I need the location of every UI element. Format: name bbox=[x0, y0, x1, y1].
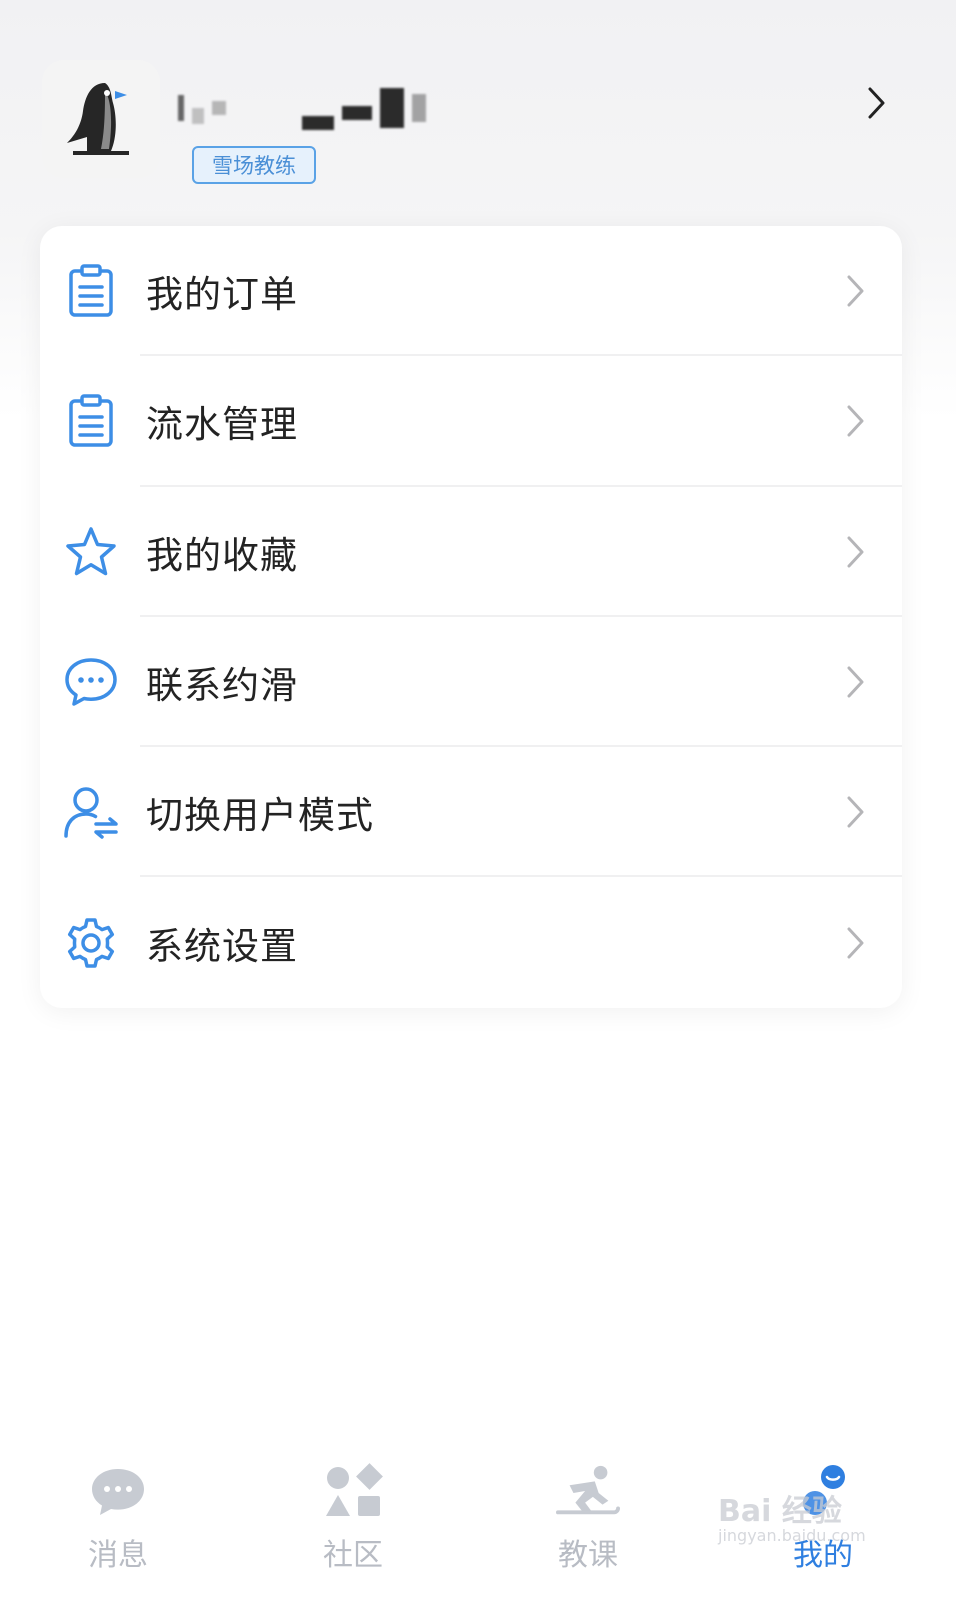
chevron-right-icon bbox=[842, 792, 870, 832]
role-badge: 雪场教练 bbox=[192, 146, 316, 184]
penguin-logo-icon bbox=[67, 83, 129, 155]
tab-community[interactable]: 社区 bbox=[293, 1460, 413, 1590]
menu-item-label: 我的订单 bbox=[146, 273, 298, 317]
chevron-right-icon bbox=[842, 662, 870, 702]
menu-item-favorites[interactable]: 我的收藏 bbox=[40, 487, 902, 617]
clipboard-icon bbox=[62, 392, 120, 450]
chat-bubble-icon bbox=[62, 653, 120, 711]
tab-label: 教课 bbox=[558, 1538, 618, 1573]
star-icon bbox=[62, 523, 120, 581]
profile-header[interactable]: 雪场教练 bbox=[0, 0, 956, 220]
chevron-right-icon bbox=[842, 532, 870, 572]
menu-item-label: 流水管理 bbox=[146, 403, 298, 447]
clipboard-icon bbox=[62, 262, 120, 320]
menu-item-settings[interactable]: 系统设置 bbox=[40, 877, 902, 1007]
menu-card: 我的订单 流水管理 我的收藏 联系约滑 切换用户模式 系统设置 bbox=[40, 226, 902, 1008]
watermark-url: jingyan.baidu.com bbox=[718, 1526, 866, 1545]
menu-item-switch-mode[interactable]: 切换用户模式 bbox=[40, 747, 902, 878]
menu-item-transactions[interactable]: 流水管理 bbox=[40, 356, 902, 487]
menu-item-orders[interactable]: 我的订单 bbox=[40, 226, 902, 357]
menu-item-contact-ski[interactable]: 联系约滑 bbox=[40, 617, 902, 748]
community-icon bbox=[321, 1460, 385, 1524]
menu-item-label: 我的收藏 bbox=[146, 533, 298, 577]
chevron-right-icon bbox=[842, 401, 870, 441]
tab-label: 消息 bbox=[88, 1538, 148, 1573]
avatar[interactable] bbox=[42, 60, 160, 178]
chevron-right-icon bbox=[842, 271, 870, 311]
menu-item-label: 切换用户模式 bbox=[146, 794, 374, 838]
baidu-jingyan-watermark: Bai 经验 jingyan.baidu.com bbox=[718, 1486, 898, 1556]
chevron-right-icon[interactable] bbox=[862, 86, 892, 120]
menu-item-label: 系统设置 bbox=[146, 924, 298, 968]
watermark-brand: Bai 经验 bbox=[718, 1494, 842, 1529]
tab-label: 社区 bbox=[323, 1538, 383, 1573]
ski-lesson-icon bbox=[556, 1460, 620, 1524]
message-icon bbox=[86, 1460, 150, 1524]
chevron-right-icon bbox=[842, 923, 870, 963]
gear-icon bbox=[62, 914, 120, 972]
tab-lessons[interactable]: 教课 bbox=[528, 1460, 648, 1590]
username-redacted bbox=[178, 78, 478, 138]
tab-messages[interactable]: 消息 bbox=[58, 1460, 178, 1590]
menu-item-label: 联系约滑 bbox=[146, 664, 298, 708]
switch-user-icon bbox=[62, 783, 120, 841]
